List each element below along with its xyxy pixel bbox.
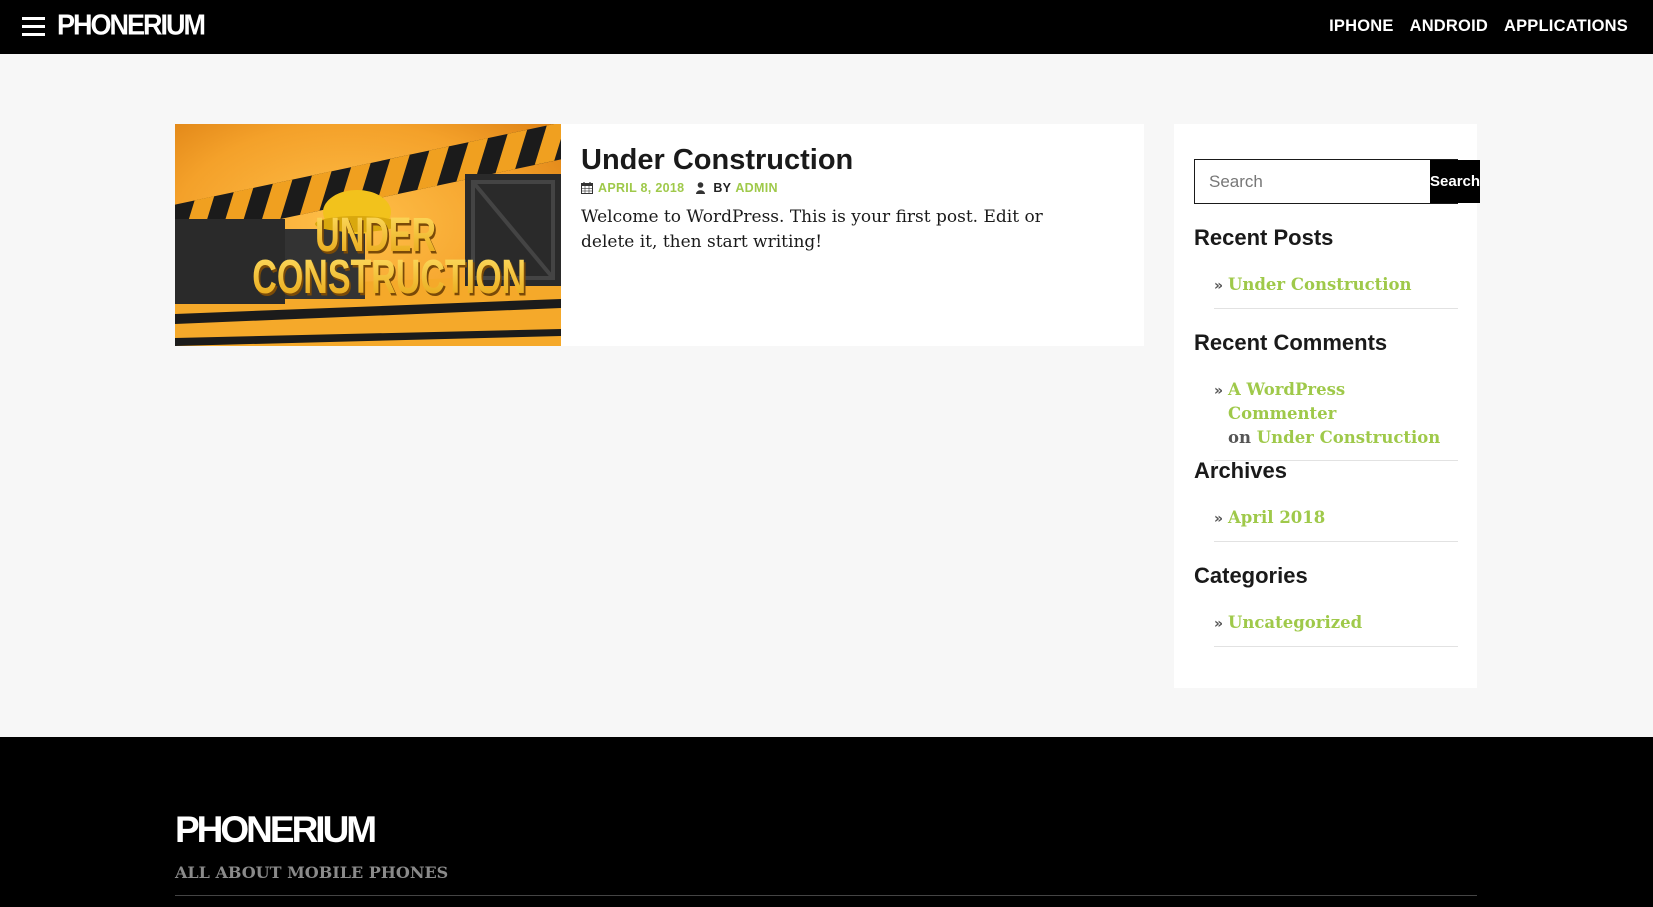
sidebar: Search Recent Posts » Under Construction… <box>1174 124 1481 688</box>
recent-post-link[interactable]: Under Construction <box>1228 273 1412 298</box>
post-date[interactable]: APRIL 8, 2018 <box>598 181 684 195</box>
post-author[interactable]: ADMIN <box>735 181 777 195</box>
recent-comments-list: » A WordPress Commenter on Under Constru… <box>1214 378 1458 461</box>
user-icon <box>696 182 706 194</box>
recent-comments-title: Recent Comments <box>1194 330 1388 355</box>
nav-item-iphone[interactable]: IPHONE <box>1329 17 1393 36</box>
main-nav: IPHONE ANDROID APPLICATIONS <box>1329 17 1628 36</box>
footer-divider <box>175 895 1477 896</box>
category-link[interactable]: Uncategorized <box>1228 611 1362 636</box>
post-title[interactable]: Under Construction <box>581 144 853 177</box>
categories-title: Categories <box>1194 563 1308 588</box>
list-item: » A WordPress Commenter on Under Constru… <box>1214 378 1458 450</box>
comment-on-label: on <box>1228 428 1252 447</box>
site-logo[interactable]: PHONERIUM <box>57 9 206 42</box>
site-footer: PHONERIUM ALL ABOUT MOBILE PHONES <box>0 737 1653 907</box>
list-item: » Uncategorized <box>1214 611 1458 636</box>
archives-list: » April 2018 <box>1214 506 1458 542</box>
by-label: BY <box>713 181 732 195</box>
chevron-right-icon: » <box>1214 383 1224 399</box>
comment-author-link[interactable]: A WordPress Commenter <box>1228 380 1345 423</box>
list-item: » Under Construction <box>1214 273 1458 298</box>
search-input[interactable] <box>1195 160 1430 203</box>
calendar-icon <box>581 182 593 194</box>
post-meta: APRIL 8, 2018 BY ADMIN <box>581 181 778 195</box>
chevron-right-icon: » <box>1214 616 1224 632</box>
nav-item-applications[interactable]: APPLICATIONS <box>1504 17 1628 36</box>
recent-posts-list: » Under Construction <box>1214 273 1458 309</box>
site-header: PHONERIUM IPHONE ANDROID APPLICATIONS <box>0 0 1653 54</box>
footer-logo[interactable]: PHONERIUM <box>175 809 377 851</box>
menu-icon[interactable] <box>22 17 45 36</box>
nav-item-android[interactable]: ANDROID <box>1410 17 1488 36</box>
image-text-construction-front: CONSTRUCTION <box>252 249 526 303</box>
search-form: Search <box>1194 159 1481 204</box>
categories-list: » Uncategorized <box>1214 611 1458 647</box>
archives-title: Archives <box>1194 458 1287 483</box>
archive-link[interactable]: April 2018 <box>1228 506 1325 531</box>
footer-tagline: ALL ABOUT MOBILE PHONES <box>175 863 449 882</box>
post-thumbnail[interactable]: UNDER UNDER CONSTRUCTION CONSTRUCTION <box>175 124 561 346</box>
chevron-right-icon: » <box>1214 278 1224 294</box>
post-excerpt: Welcome to WordPress. This is your first… <box>581 207 1043 252</box>
list-item: » April 2018 <box>1214 506 1458 531</box>
chevron-right-icon: » <box>1214 511 1224 527</box>
comment-post-link[interactable]: Under Construction <box>1257 428 1441 447</box>
recent-posts-title: Recent Posts <box>1194 225 1334 250</box>
post-card: UNDER UNDER CONSTRUCTION CONSTRUCTION Un… <box>175 124 1144 346</box>
search-button[interactable]: Search <box>1430 160 1481 203</box>
